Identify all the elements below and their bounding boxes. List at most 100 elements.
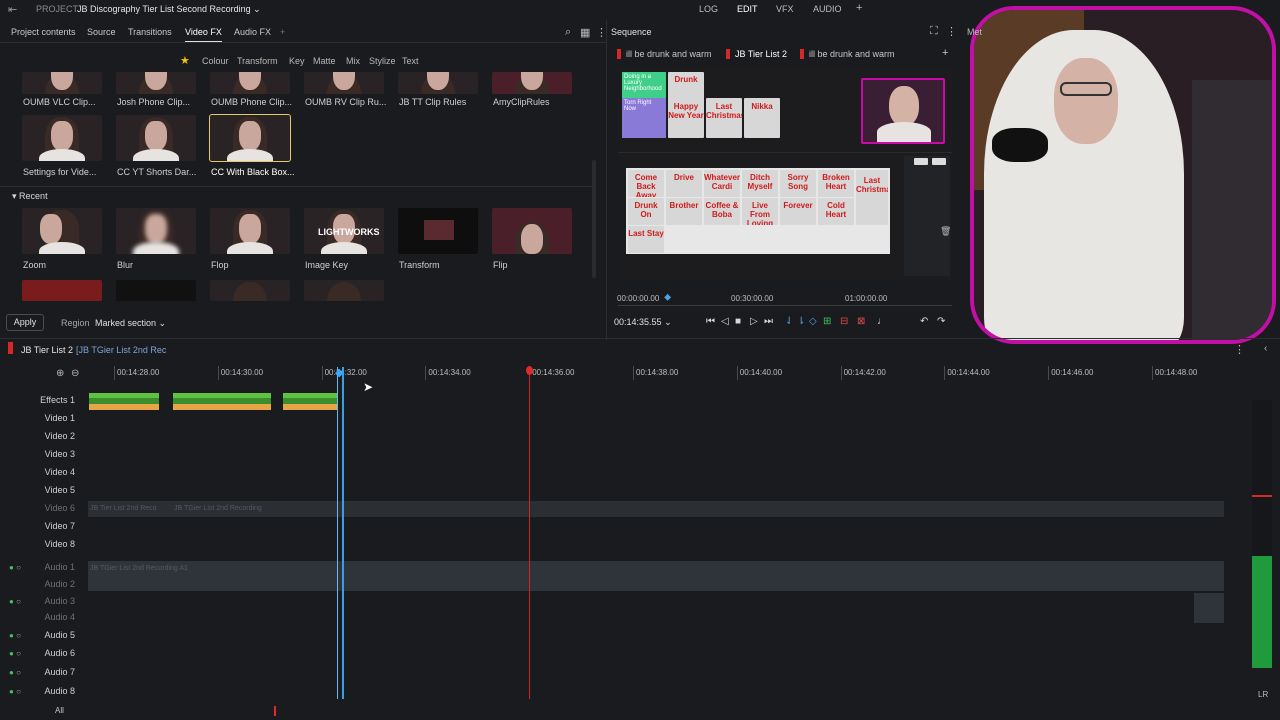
more-options-icon[interactable]: ⋮ bbox=[1234, 343, 1245, 356]
more-options-icon[interactable]: ⋮ bbox=[946, 25, 957, 38]
fx-cat-mix[interactable]: Mix bbox=[346, 56, 360, 66]
mark-in-icon[interactable]: ⇃ bbox=[785, 316, 793, 327]
go-to-end-icon[interactable]: ⏭ bbox=[764, 316, 773, 327]
recent-effect-thumbnail[interactable] bbox=[210, 280, 290, 301]
delete-icon[interactable]: ⊠ bbox=[857, 316, 865, 327]
fx-cat-stylize[interactable]: Stylize bbox=[369, 56, 396, 66]
preset-thumbnail[interactable] bbox=[22, 72, 102, 94]
library-scrollbar[interactable] bbox=[592, 160, 596, 278]
track-enable-icon[interactable]: ● ○ bbox=[9, 597, 21, 606]
effect-clip[interactable] bbox=[173, 393, 271, 410]
tab-audio-fx[interactable]: Audio FX bbox=[234, 27, 271, 37]
timeline-overview-marker[interactable] bbox=[274, 706, 276, 716]
favorites-star-icon[interactable]: ★ bbox=[180, 54, 190, 67]
add-tab-button[interactable]: + bbox=[280, 27, 285, 37]
track-enable-icon[interactable]: ● ○ bbox=[9, 687, 21, 696]
mark-out-icon[interactable]: ⇂ bbox=[797, 316, 805, 327]
preset-thumbnail[interactable] bbox=[22, 115, 102, 161]
play-icon[interactable]: ▷ bbox=[750, 316, 758, 327]
zoom-in-icon[interactable]: ⊕ bbox=[56, 368, 64, 379]
region-dropdown[interactable]: Marked section ⌄ bbox=[95, 318, 166, 329]
recent-effect-thumbnail[interactable] bbox=[304, 280, 384, 301]
recent-effect-thumbnail[interactable] bbox=[398, 208, 478, 254]
track-header-audio[interactable]: Audio 4 bbox=[0, 612, 75, 622]
audio-3-4-clip[interactable] bbox=[1194, 593, 1224, 623]
menu-log[interactable]: LOG bbox=[699, 4, 718, 14]
preset-thumbnail[interactable] bbox=[304, 72, 384, 94]
track-header-video[interactable]: Video 4 bbox=[0, 467, 75, 477]
insert-icon[interactable]: ⊞ bbox=[823, 316, 831, 327]
track-enable-icon[interactable]: ● ○ bbox=[9, 563, 21, 572]
preset-thumbnail[interactable] bbox=[210, 72, 290, 94]
search-icon[interactable]: ⌕ bbox=[565, 26, 571, 39]
track-header-video[interactable]: Video 1 bbox=[0, 413, 75, 423]
fx-cat-text[interactable]: Text bbox=[402, 56, 419, 66]
project-name-dropdown[interactable]: JB Discography Tier List Second Recordin… bbox=[77, 4, 261, 15]
track-header-video[interactable]: Video 8 bbox=[0, 539, 75, 549]
sequence-tab-active[interactable]: JB Tier List 2 bbox=[726, 49, 787, 59]
track-header-video[interactable]: Video 2 bbox=[0, 431, 75, 441]
track-enable-icon[interactable]: ● ○ bbox=[9, 649, 21, 658]
track-header-video[interactable]: Video 7 bbox=[0, 521, 75, 531]
undo-icon[interactable]: ↶ bbox=[920, 316, 928, 327]
fx-cat-transform[interactable]: Transform bbox=[237, 56, 278, 66]
step-back-icon[interactable]: ◁ bbox=[721, 316, 729, 327]
preset-thumbnail[interactable] bbox=[398, 72, 478, 94]
track-header-audio[interactable]: Audio 2 bbox=[0, 579, 75, 589]
recent-effect-thumbnail[interactable]: LIGHTWORKS bbox=[304, 208, 384, 254]
replace-icon[interactable]: ⊟ bbox=[840, 316, 848, 327]
track-header-video[interactable]: Video 5 bbox=[0, 485, 75, 495]
preset-thumbnail[interactable] bbox=[116, 72, 196, 94]
current-timecode[interactable]: 00:14:35.55 ⌄ bbox=[614, 317, 672, 328]
menu-audio[interactable]: AUDIO bbox=[813, 4, 842, 14]
recent-effect-thumbnail[interactable] bbox=[492, 208, 572, 254]
preset-thumbnail[interactable] bbox=[492, 72, 572, 94]
mark-handle-icon[interactable] bbox=[526, 366, 533, 375]
recent-effect-thumbnail[interactable] bbox=[116, 208, 196, 254]
tab-transitions[interactable]: Transitions bbox=[128, 27, 172, 37]
go-to-start-icon[interactable]: ⏮ bbox=[706, 316, 715, 327]
audio-icon[interactable]: ♩ bbox=[877, 316, 887, 327]
exit-icon[interactable]: ⇤ bbox=[8, 3, 20, 16]
tab-video-fx[interactable]: Video FX bbox=[185, 27, 222, 42]
clear-marks-icon[interactable]: ◇ bbox=[809, 316, 817, 327]
all-tracks-label[interactable]: All bbox=[55, 706, 64, 715]
effect-clip[interactable] bbox=[89, 393, 159, 410]
zoom-out-icon[interactable]: ⊖ bbox=[71, 368, 79, 379]
effect-clip[interactable] bbox=[283, 393, 337, 410]
recent-effect-thumbnail[interactable] bbox=[210, 208, 290, 254]
sequence-tab[interactable]: ill be drunk and warm bbox=[800, 49, 895, 59]
add-sequence-button[interactable]: + bbox=[942, 47, 948, 59]
track-header-video[interactable]: Effects 1 bbox=[0, 395, 75, 405]
sequence-viewer[interactable]: Doing in a Luxury Neighborhood Torn Righ… bbox=[618, 68, 952, 280]
chevron-left-icon[interactable]: ‹ bbox=[1264, 343, 1267, 354]
apply-button[interactable]: Apply bbox=[6, 314, 44, 331]
track-enable-icon[interactable]: ● ○ bbox=[9, 668, 21, 677]
preset-thumbnail-selected[interactable] bbox=[209, 114, 291, 162]
video-6-clip[interactable]: JB Tier List 2nd Reco JB TGier List 2nd … bbox=[88, 501, 1224, 517]
menu-vfx[interactable]: VFX bbox=[776, 4, 794, 14]
grid-view-icon[interactable]: ▦ bbox=[580, 26, 590, 39]
stop-icon[interactable]: ■ bbox=[735, 316, 741, 327]
fx-cat-colour[interactable]: Colour bbox=[202, 56, 229, 66]
menu-edit[interactable]: EDIT bbox=[737, 4, 758, 14]
mark-playhead[interactable] bbox=[529, 367, 530, 699]
recent-section-header[interactable]: ▾ Recent bbox=[12, 191, 48, 202]
playhead-handle-icon[interactable]: ◆ bbox=[335, 366, 343, 379]
add-menu-button[interactable]: + bbox=[856, 2, 862, 14]
sequence-tab[interactable]: ill be drunk and warm bbox=[617, 49, 712, 59]
metadata-tab-partial[interactable]: Met bbox=[967, 27, 982, 37]
recent-effect-thumbnail[interactable] bbox=[22, 208, 102, 254]
tab-source[interactable]: Source bbox=[87, 27, 116, 37]
audio-1-2-clip[interactable]: JB TGier List 2nd Recording A1 bbox=[88, 561, 1224, 591]
tab-project-contents[interactable]: Project contents bbox=[11, 27, 76, 37]
trash-icon[interactable]: 🗑 bbox=[940, 226, 951, 237]
recent-effect-thumbnail[interactable] bbox=[116, 280, 196, 301]
redo-icon[interactable]: ↷ bbox=[937, 316, 945, 327]
scrub-playhead-icon[interactable]: ⬥ bbox=[664, 292, 671, 303]
track-header-video[interactable]: Video 3 bbox=[0, 449, 75, 459]
fx-cat-matte[interactable]: Matte bbox=[313, 56, 336, 66]
preset-thumbnail[interactable] bbox=[116, 115, 196, 161]
fx-cat-key[interactable]: Key bbox=[289, 56, 305, 66]
track-enable-icon[interactable]: ● ○ bbox=[9, 631, 21, 640]
